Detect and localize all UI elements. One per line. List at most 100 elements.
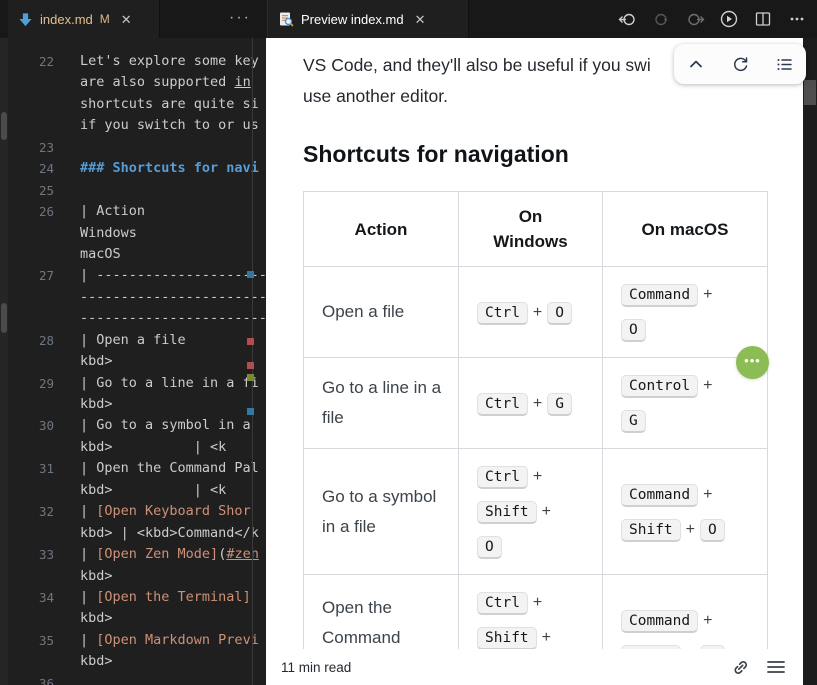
editor-line: ----------------------- <box>8 308 266 329</box>
navigate-next-icon[interactable] <box>685 9 705 29</box>
editor-line: 22Let's explore some key <box>8 51 266 72</box>
menu-icon[interactable] <box>764 655 788 679</box>
editor-line: 30| Go to a symbol in a <box>8 415 266 436</box>
diff-decoration <box>247 374 254 381</box>
editor-line: macOS <box>8 244 266 265</box>
tab-label: index.md <box>40 12 93 27</box>
shortcut-cell: Ctrl+G <box>459 358 603 449</box>
key-cap: O <box>700 519 725 542</box>
editor-line: 25 <box>8 180 266 201</box>
editor-line: 29| Go to a line in a fi <box>8 373 266 394</box>
editor-line: are also supported in <box>8 72 266 93</box>
editor-line: 23 <box>8 137 266 158</box>
navigate-forward-icon[interactable] <box>651 9 671 29</box>
diff-decoration <box>247 408 254 415</box>
editor-line: 36 <box>8 673 266 685</box>
key-cap: O <box>547 302 572 325</box>
key-cap: Command <box>621 484 698 507</box>
editor-line: kbd> <box>8 608 266 629</box>
preview-floating-toolbar <box>674 44 806 84</box>
refresh-icon[interactable] <box>727 51 753 77</box>
tab-preview-index-md[interactable]: Preview index.md ✕ <box>267 0 469 38</box>
key-cap: Shift <box>477 501 537 524</box>
diff-decoration <box>247 362 254 369</box>
ellipsis-dots: ••• <box>744 356 761 366</box>
diff-decoration <box>247 271 254 278</box>
editor-line: kbd> <box>8 394 266 415</box>
link-icon[interactable] <box>728 655 752 679</box>
key-cap: Ctrl <box>477 302 528 325</box>
editor-line: Windows <box>8 223 266 244</box>
key-cap: Control <box>621 375 698 398</box>
editor-line: 24### Shortcuts for navi <box>8 158 266 179</box>
editor-lines: 22Let's explore some keyare also support… <box>8 51 266 685</box>
editor-line: kbd> | <k <box>8 437 266 458</box>
shortcut-cell: Ctrl+Shift+O <box>459 449 603 575</box>
markdown-preview-icon <box>278 11 294 27</box>
outline-list-icon[interactable] <box>771 51 797 77</box>
vscode-window: index.md M ✕ ··· Preview index.md ✕ <box>0 0 817 685</box>
editor-line: kbd> | <k <box>8 480 266 501</box>
table-row: Open a fileCtrl+OCommand+O <box>304 267 768 358</box>
close-icon[interactable]: ✕ <box>413 12 428 27</box>
editor-line: kbd> | <kbd>Command</k <box>8 523 266 544</box>
editor-actions <box>617 0 807 38</box>
editor-line: 28| Open a file <box>8 330 266 351</box>
close-icon[interactable]: ✕ <box>119 12 134 27</box>
minimap-strip[interactable] <box>0 38 8 685</box>
key-cap: O <box>477 536 502 559</box>
editor-line: 33| [Open Zen Mode](#zen <box>8 544 266 565</box>
strip-mark <box>1 303 7 333</box>
collab-overlay-button[interactable]: ••• <box>736 346 769 379</box>
key-cap: G <box>621 410 646 433</box>
tab-overflow-button[interactable]: ··· <box>220 0 260 38</box>
editor-line: shortcuts are quite si <box>8 94 266 115</box>
split-editor-icon[interactable] <box>753 9 773 29</box>
preview-paragraph-line2: use another editor. <box>303 81 769 112</box>
shortcut-cell: Command+Shift+O <box>603 449 768 575</box>
editor-line: 26| Action <box>8 201 266 222</box>
modified-badge: M <box>100 12 110 26</box>
preview-heading: Shortcuts for navigation <box>303 141 769 168</box>
editor-line: 31| Open the Command Pal <box>8 458 266 479</box>
key-cap: O <box>621 319 646 342</box>
action-cell: Open a file <box>304 267 459 358</box>
diff-decoration <box>247 338 254 345</box>
key-cap: Shift <box>477 627 537 650</box>
preview-scrollbar[interactable] <box>803 38 817 685</box>
markdown-preview-pane[interactable]: VS Code, and they'll also be useful if y… <box>266 38 803 685</box>
scrollbar-thumb[interactable] <box>804 80 816 105</box>
shortcut-cell: Ctrl+O <box>459 267 603 358</box>
editor-line: 34| [Open the Terminal] <box>8 587 266 608</box>
read-time-label: 11 min read <box>281 660 351 675</box>
markdown-file-icon <box>18 12 33 27</box>
preview-footer: 11 min read <box>266 649 803 685</box>
table-header: On macOS <box>603 192 768 267</box>
key-cap: Ctrl <box>477 466 528 489</box>
more-actions-icon[interactable] <box>787 9 807 29</box>
navigate-back-icon[interactable] <box>617 9 637 29</box>
strip-mark <box>1 112 7 140</box>
editor-line: kbd> <box>8 651 266 672</box>
run-debug-icon[interactable] <box>719 9 739 29</box>
table-row: Go to a line in a fileCtrl+GControl+G <box>304 358 768 449</box>
tab-label: Preview index.md <box>301 12 404 27</box>
key-cap: Ctrl <box>477 393 528 416</box>
collapse-icon[interactable] <box>683 51 709 77</box>
key-cap: Command <box>621 284 698 307</box>
table-header: On Windows <box>459 192 603 267</box>
key-cap: Shift <box>621 519 681 542</box>
editor-pane[interactable]: 22Let's explore some keyare also support… <box>8 38 266 685</box>
tab-index-md[interactable]: index.md M ✕ <box>8 0 160 38</box>
key-cap: G <box>547 393 572 416</box>
editor-line: kbd> <box>8 566 266 587</box>
key-cap: Ctrl <box>477 592 528 615</box>
editor-line: kbd> <box>8 351 266 372</box>
key-cap: Command <box>621 610 698 633</box>
table-header: Action <box>304 192 459 267</box>
table-row: Go to a symbol in a fileCtrl+Shift+OComm… <box>304 449 768 575</box>
editor-line: 35| [Open Markdown Previ <box>8 630 266 651</box>
action-cell: Go to a line in a file <box>304 358 459 449</box>
editor-line: 32| [Open Keyboard Shor <box>8 501 266 522</box>
editor-line: if you switch to or us <box>8 115 266 136</box>
